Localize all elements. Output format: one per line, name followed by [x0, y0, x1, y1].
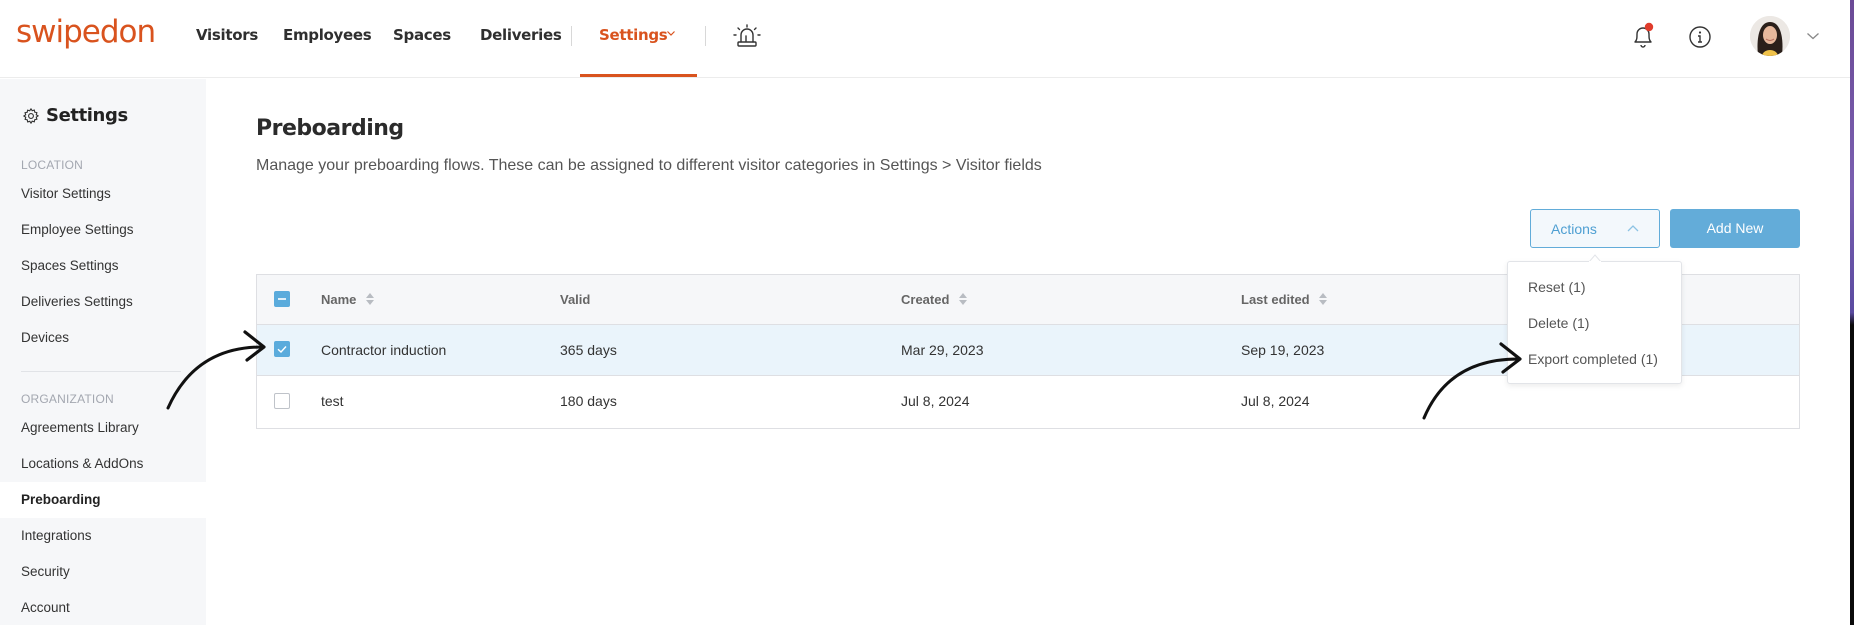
nav-settings[interactable]: Settings	[599, 26, 668, 44]
settings-sidebar: Settings LOCATION Visitor Settings Emplo…	[0, 79, 206, 625]
chevron-down-icon[interactable]	[666, 28, 676, 38]
cell-name[interactable]: Contractor induction	[321, 342, 446, 358]
actions-button-label: Actions	[1551, 221, 1597, 237]
sidebar-title-text: Settings	[46, 105, 128, 126]
sidebar-item-visitor-settings[interactable]: Visitor Settings	[0, 176, 206, 212]
cell-last-edited: Jul 8, 2024	[1241, 393, 1310, 409]
cell-created: Mar 29, 2023	[901, 342, 984, 358]
dropdown-caret	[1589, 254, 1601, 262]
nav-deliveries[interactable]: Deliveries	[480, 26, 562, 44]
swipedon-logo[interactable]: swipedon	[16, 14, 156, 50]
cell-valid: 365 days	[560, 342, 617, 358]
column-header-label: Valid	[560, 292, 591, 307]
sort-icon[interactable]	[959, 293, 968, 305]
sidebar-title: Settings	[22, 105, 128, 126]
sidebar-item-agreements-library[interactable]: Agreements Library	[0, 410, 206, 446]
sidebar-item-devices[interactable]: Devices	[0, 320, 206, 356]
actions-dropdown-menu: Reset (1) Delete (1) Export completed (1…	[1507, 261, 1682, 384]
sidebar-item-preboarding[interactable]: Preboarding	[0, 482, 206, 518]
nav-divider	[705, 26, 706, 46]
info-icon[interactable]	[1688, 25, 1712, 49]
desktop-background	[1850, 0, 1854, 625]
nav-spaces[interactable]: Spaces	[393, 26, 451, 44]
top-header: swipedon Visitors Employees Spaces Deliv…	[0, 0, 1850, 78]
column-header-label: Name	[321, 292, 357, 307]
nav-visitors[interactable]: Visitors	[196, 26, 258, 44]
sidebar-item-account[interactable]: Account	[0, 590, 206, 625]
avatar[interactable]	[1750, 16, 1790, 56]
sidebar-item-deliveries-settings[interactable]: Deliveries Settings	[0, 284, 206, 320]
sidebar-item-locations-addons[interactable]: Locations & AddOns	[0, 446, 206, 482]
column-header-label: Last edited	[1241, 292, 1310, 307]
column-header-created[interactable]: Created	[901, 292, 968, 307]
sidebar-item-employee-settings[interactable]: Employee Settings	[0, 212, 206, 248]
cell-last-edited: Sep 19, 2023	[1241, 342, 1325, 358]
column-header-valid: Valid	[560, 292, 590, 307]
bell-icon[interactable]	[1630, 22, 1656, 50]
sidebar-divider	[21, 371, 181, 372]
nav-divider	[571, 26, 572, 46]
select-all-checkbox[interactable]	[274, 291, 290, 307]
column-header-name[interactable]: Name	[321, 292, 375, 307]
page-title: Preboarding	[256, 116, 404, 141]
cell-valid: 180 days	[560, 393, 617, 409]
row-checkbox[interactable]	[274, 393, 290, 409]
sidebar-section-location: LOCATION	[21, 158, 84, 172]
sidebar-item-integrations[interactable]: Integrations	[0, 518, 206, 554]
column-header-last-edited[interactable]: Last edited	[1241, 292, 1328, 307]
menu-item-export-completed[interactable]: Export completed (1)	[1528, 351, 1658, 367]
active-tab-indicator	[580, 74, 697, 77]
menu-item-delete[interactable]: Delete (1)	[1528, 315, 1589, 331]
cell-created: Jul 8, 2024	[901, 393, 970, 409]
chevron-up-icon	[1627, 225, 1639, 232]
notification-dot	[1644, 22, 1654, 32]
column-header-label: Created	[901, 292, 950, 307]
page-description: Manage your preboarding flows. These can…	[256, 157, 1042, 174]
menu-item-reset[interactable]: Reset (1)	[1528, 279, 1586, 295]
sort-icon[interactable]	[366, 293, 375, 305]
gear-icon	[22, 107, 40, 124]
sidebar-item-spaces-settings[interactable]: Spaces Settings	[0, 248, 206, 284]
sort-icon[interactable]	[1319, 293, 1328, 305]
chevron-down-icon[interactable]	[1806, 31, 1820, 41]
add-new-button[interactable]: Add New	[1670, 209, 1800, 248]
actions-button[interactable]: Actions	[1530, 209, 1660, 248]
cell-name[interactable]: test	[321, 393, 344, 409]
alarm-light-icon[interactable]	[733, 24, 761, 48]
sidebar-item-security[interactable]: Security	[0, 554, 206, 590]
sidebar-section-organization: ORGANIZATION	[21, 392, 114, 406]
nav-employees[interactable]: Employees	[283, 26, 372, 44]
row-checkbox[interactable]	[274, 341, 290, 357]
